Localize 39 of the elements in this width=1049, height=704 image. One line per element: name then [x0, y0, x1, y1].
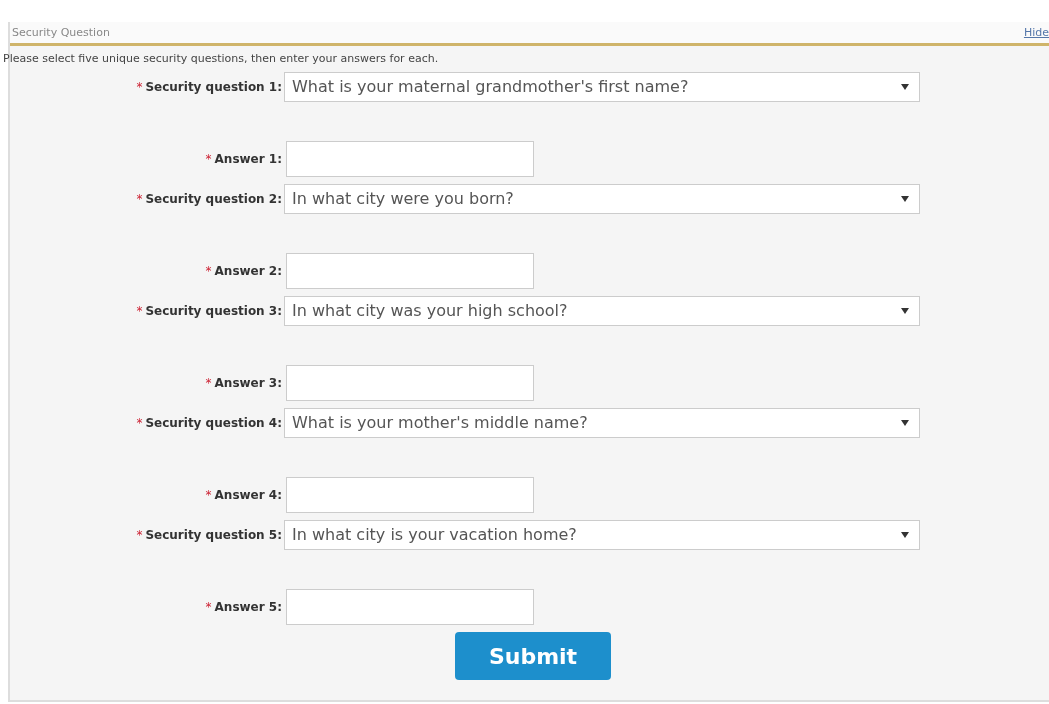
- question-dropdown[interactable]: In what city were you born?: [284, 183, 920, 214]
- caret-icon: [901, 419, 909, 426]
- question-label: Security question 3:: [145, 303, 282, 318]
- question-dropdown[interactable]: What is your mother's middle name?: [284, 407, 920, 438]
- required-marker: *: [136, 303, 143, 318]
- required-marker: *: [136, 79, 143, 94]
- question-dropdown[interactable]: In what city is your vacation home?: [284, 519, 920, 550]
- question-label: Security question 4:: [145, 415, 282, 430]
- answer-field[interactable]: [286, 365, 534, 401]
- required-marker: *: [205, 488, 212, 502]
- instructions-text: Please select five unique security questions, then enter your answers for each.: [3, 52, 440, 65]
- required-marker: *: [205, 376, 212, 390]
- caret-icon: [901, 307, 909, 314]
- answer-label: Answer 1:: [214, 152, 282, 166]
- required-marker: *: [205, 600, 212, 614]
- submit-button[interactable]: Submit: [455, 632, 611, 680]
- answer-label: Answer 5:: [214, 600, 282, 614]
- panel-title: Security Question: [12, 26, 110, 39]
- answer-field[interactable]: [286, 589, 534, 625]
- hide-link[interactable]: Hide: [1023, 26, 1049, 39]
- answer-label: Answer 2:: [214, 264, 282, 278]
- caret-icon: [901, 531, 909, 538]
- required-marker: *: [205, 152, 212, 166]
- question-label: Security question 5:: [145, 527, 282, 542]
- question-dropdown[interactable]: In what city was your high school?: [284, 295, 920, 326]
- answer-label: Answer 3:: [214, 376, 282, 390]
- question-label: Security question 1:: [145, 79, 282, 94]
- answer-field[interactable]: [286, 141, 534, 177]
- answer-field[interactable]: [286, 477, 534, 513]
- answer-field[interactable]: [286, 253, 534, 289]
- required-marker: *: [205, 264, 212, 278]
- answer-label: Answer 4:: [214, 488, 282, 502]
- required-marker: *: [136, 415, 143, 430]
- question-label: Security question 2:: [145, 191, 282, 206]
- caret-icon: [901, 195, 909, 202]
- required-marker: *: [136, 527, 143, 542]
- question-dropdown[interactable]: What is your maternal grandmother's first name?: [284, 71, 920, 102]
- required-marker: *: [136, 191, 143, 206]
- caret-icon: [901, 83, 909, 90]
